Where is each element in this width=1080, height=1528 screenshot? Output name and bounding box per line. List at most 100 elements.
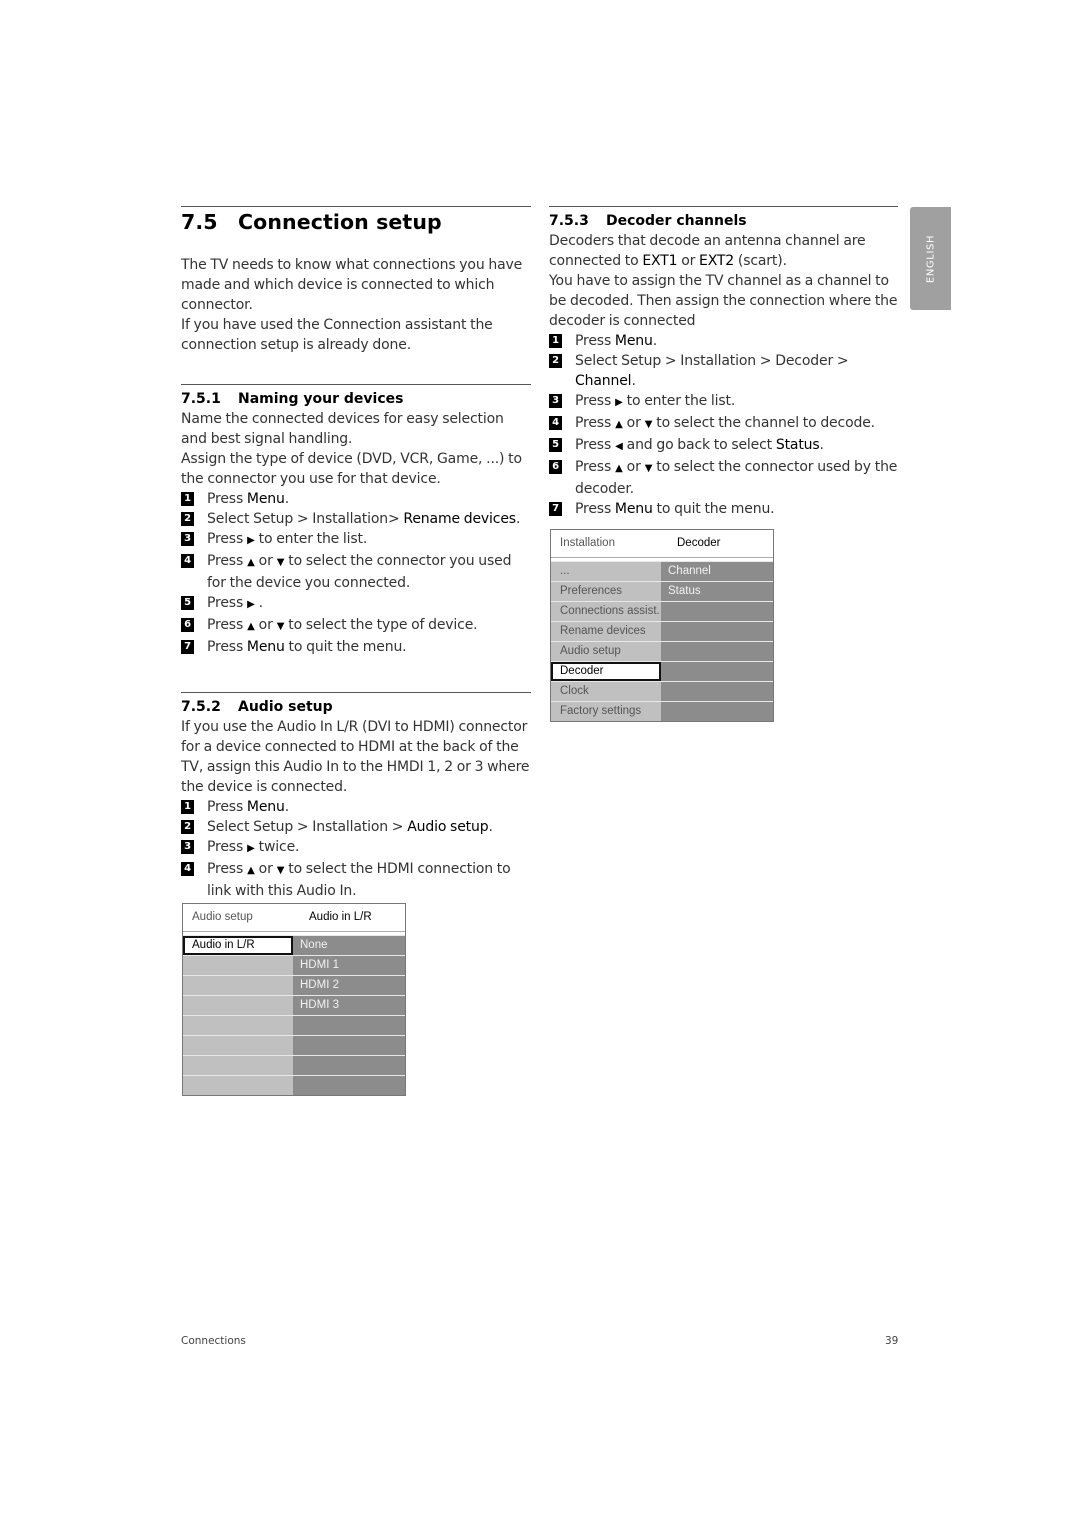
step-number-badge: 1 xyxy=(549,334,562,348)
menu-option[interactable]: None xyxy=(293,936,405,955)
menu-item[interactable]: ... xyxy=(551,562,661,581)
step-text: . xyxy=(258,595,263,611)
arrow-down-icon: ▼ xyxy=(644,463,653,474)
menu-row[interactable]: Factory settings xyxy=(551,701,773,721)
step-bold: Channel xyxy=(575,373,632,389)
menu-option xyxy=(661,662,773,681)
step-text: . xyxy=(284,799,290,815)
menu-item[interactable]: Factory settings xyxy=(551,702,661,721)
section-title: 7.5 Connection setup xyxy=(181,207,531,235)
step-number-badge: 5 xyxy=(181,596,194,610)
step-text: Press xyxy=(207,617,244,633)
arrow-right-icon: ▶ xyxy=(247,843,255,854)
step-text: Press xyxy=(575,333,615,349)
menu-item[interactable]: Audio setup xyxy=(551,642,661,661)
menu-row[interactable]: HDMI 3 xyxy=(183,995,405,1015)
menu-option xyxy=(661,602,773,621)
menu-item[interactable]: Connections assist. xyxy=(551,602,661,621)
step: 2 Select Setup > Installation > Audio set… xyxy=(181,817,531,837)
arrow-right-icon: ▶ xyxy=(247,599,255,610)
step-text: Select Setup > Installation > xyxy=(207,819,408,835)
naming-paragraph-2: Assign the type of device (DVD, VCR, Gam… xyxy=(181,451,522,487)
left-column: 7.5 Connection setup The TV needs to know… xyxy=(181,206,531,901)
menu-option[interactable]: HDMI 2 xyxy=(293,976,405,995)
arrow-right-icon: ▶ xyxy=(247,535,255,546)
step-number-badge: 4 xyxy=(181,554,194,568)
step-number-badge: 4 xyxy=(181,862,194,876)
step-text: Press xyxy=(575,415,612,431)
menu-row[interactable]: HDMI 2 xyxy=(183,975,405,995)
arrow-up-icon: ▲ xyxy=(247,865,255,876)
step: 7 Press Menu to quit the menu. xyxy=(549,499,898,519)
step-number-badge: 3 xyxy=(181,840,194,854)
audio-steps: 1 Press Menu. 2 Select Setup > Installatio… xyxy=(181,797,531,901)
arrow-down-icon: ▼ xyxy=(276,865,285,876)
arrow-up-icon: ▲ xyxy=(615,463,623,474)
right-column: 7.5.3 Decoder channels Decoders that deco… xyxy=(549,206,898,519)
menu-option[interactable]: Channel xyxy=(661,562,773,581)
menu-row[interactable]: Audio setup xyxy=(551,641,773,661)
menu-option[interactable]: Status xyxy=(661,582,773,601)
menu-option xyxy=(293,1056,405,1075)
arrow-up-icon: ▲ xyxy=(247,621,255,632)
menu-item[interactable] xyxy=(183,996,293,1015)
menu-item[interactable]: Rename devices xyxy=(551,622,661,641)
section-title-text: Connection setup xyxy=(238,210,442,234)
menu-option[interactable]: HDMI 1 xyxy=(293,956,405,975)
menu-item[interactable] xyxy=(183,956,293,975)
step-text: or xyxy=(258,617,273,633)
step-text: Press xyxy=(207,595,244,611)
step-text: Press xyxy=(575,437,612,453)
step: 5 Press ◀ and go back to select Status. xyxy=(549,435,898,457)
subsection-title-audio: 7.5.2 Audio setup xyxy=(181,693,531,717)
menu-item xyxy=(183,1016,293,1035)
text: (scart). xyxy=(734,253,787,269)
audio-paragraph: If you use the Audio In L/R (DVI to HDMI… xyxy=(181,719,530,795)
step-number-badge: 2 xyxy=(181,512,194,526)
menu-row[interactable]: Clock xyxy=(551,681,773,701)
menu-option xyxy=(293,1016,405,1035)
menu-row[interactable]: Audio in L/R None xyxy=(183,935,405,955)
step-text: Press xyxy=(207,799,247,815)
menu-item[interactable]: Clock xyxy=(551,682,661,701)
menu-item[interactable]: Preferences xyxy=(551,582,661,601)
subsection-title-naming: 7.5.1 Naming your devices xyxy=(181,385,531,409)
step-bold: Status xyxy=(775,437,820,453)
menu-header-right: Decoder xyxy=(677,537,721,549)
subsection-title-text: Naming your devices xyxy=(238,391,404,407)
menu-item-label: Connections assist. xyxy=(560,605,660,617)
language-tab: ENGLISH xyxy=(910,207,951,310)
step: 5 Press ▶. xyxy=(181,593,531,615)
step-text: . xyxy=(631,373,636,389)
step-bold: Menu xyxy=(246,639,285,655)
step-text: or xyxy=(626,415,641,431)
step: 4 Press ▲ or ▼ to select the connector you us… xyxy=(181,551,531,593)
step-text: or xyxy=(258,861,273,877)
menu-item-label: ... xyxy=(560,565,570,577)
step-bold: Menu xyxy=(246,491,285,507)
menu-item-label: Factory settings xyxy=(560,705,642,717)
arrow-right-icon: ▶ xyxy=(615,397,623,408)
menu-row[interactable]: ... Channel xyxy=(551,561,773,581)
step-number-badge: 7 xyxy=(181,640,194,654)
menu-row[interactable]: HDMI 1 xyxy=(183,955,405,975)
step-bold: Rename devices xyxy=(403,511,516,527)
subsection-title-text: Audio setup xyxy=(238,699,333,715)
menu-item-selected[interactable]: Decoder xyxy=(551,662,661,681)
menu-item-selected[interactable]: Audio in L/R xyxy=(183,936,293,955)
decoder-paragraph-1: Decoders that decode an antenna channel … xyxy=(549,231,898,271)
menu-item[interactable] xyxy=(183,976,293,995)
menu-item-label: Preferences xyxy=(560,585,623,597)
menu-row[interactable]: Rename devices xyxy=(551,621,773,641)
menu-row[interactable]: Preferences Status xyxy=(551,581,773,601)
menu-row[interactable]: Decoder xyxy=(551,661,773,681)
step-text: Press xyxy=(207,639,247,655)
menu-option[interactable]: HDMI 3 xyxy=(293,996,405,1015)
step: 6 Press ▲ or ▼ to select the connector used b… xyxy=(549,457,898,499)
step-number-badge: 3 xyxy=(549,394,562,408)
menu-row[interactable]: Connections assist. xyxy=(551,601,773,621)
step-text: Press xyxy=(207,491,247,507)
arrow-up-icon: ▲ xyxy=(615,419,623,430)
step-text: Press xyxy=(575,393,612,409)
footer-chapter: Connections xyxy=(181,1335,246,1347)
